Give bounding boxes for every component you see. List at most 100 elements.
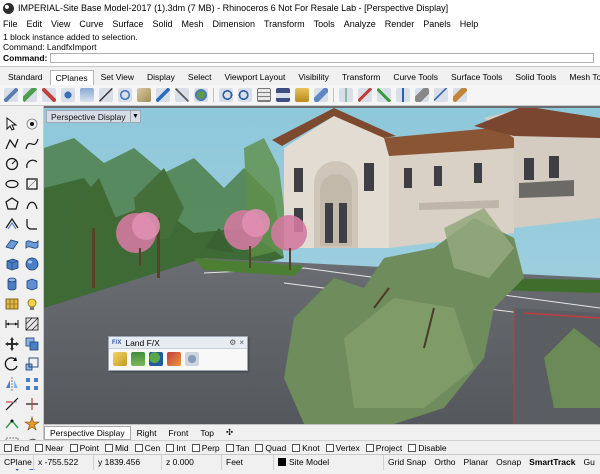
menu-curve[interactable]: Curve [79,19,103,29]
menu-help[interactable]: Help [460,19,479,29]
tab-select[interactable]: Select [182,69,218,85]
osnap-vertex[interactable]: Vertex [325,443,360,453]
text-icon[interactable] [24,196,40,212]
cplane-rotate-icon[interactable] [118,88,132,102]
osnap-end[interactable]: End [4,443,29,453]
checkbox[interactable] [69,443,78,452]
tab-mesh-tools[interactable]: Mesh Too [563,69,600,85]
tab-surface-tools[interactable]: Surface Tools [445,69,508,85]
tab-display[interactable]: Display [141,69,181,85]
light-icon[interactable] [24,296,40,312]
array-icon[interactable] [24,376,40,392]
surface-loft-icon[interactable] [24,236,40,252]
redo-cplane-icon[interactable] [238,88,252,102]
menu-mesh[interactable]: Mesh [181,19,203,29]
rotate-icon[interactable] [4,356,20,372]
tab-right[interactable]: Right [131,426,163,440]
tab-transform[interactable]: Transform [336,69,386,85]
viewport-dropdown-icon[interactable]: ▼ [130,110,141,123]
osnap-cen[interactable]: Cen [134,443,160,453]
split-icon[interactable] [24,396,40,412]
osnap-project[interactable]: Project [365,443,402,453]
tab-cplanes[interactable]: CPlanes [49,70,94,85]
explode-icon[interactable] [24,416,40,432]
tab-solid-tools[interactable]: Solid Tools [509,69,562,85]
extrude-icon[interactable] [24,276,40,292]
current-layer[interactable]: Site Model [274,454,384,470]
cplane-object-icon[interactable] [80,88,94,102]
checkbox[interactable] [365,443,374,452]
cplane-origin-icon[interactable] [339,88,353,102]
fillet-icon[interactable] [24,216,40,232]
osnap-knot[interactable]: Knot [292,443,320,453]
checkbox[interactable] [292,443,301,452]
landfx-import-icon[interactable] [113,352,127,366]
landfx-header[interactable]: F/X Land F/X ⚙ × [109,337,247,349]
menu-solid[interactable]: Solid [152,19,172,29]
checkbox[interactable] [225,443,234,452]
cplane-perp-icon[interactable] [175,88,189,102]
trim-icon[interactable] [4,396,20,412]
named-cplanes-icon[interactable] [314,88,328,102]
osnap-near[interactable]: Near [35,443,64,453]
tab-perspective-display[interactable]: Perspective Display [44,425,131,440]
arc-icon[interactable] [24,156,40,172]
join-icon[interactable] [4,416,20,432]
cplane-indicator[interactable]: CPlane [0,454,34,470]
menu-tools[interactable]: Tools [314,19,335,29]
cplane-y-axis-icon[interactable] [377,88,391,102]
polyline-icon[interactable] [4,136,20,152]
curve-icon[interactable] [24,136,40,152]
menu-analyze[interactable]: Analyze [344,19,376,29]
tab-curve-tools[interactable]: Curve Tools [387,69,444,85]
landfx-hardscape-icon[interactable] [167,352,181,366]
osnap-point[interactable]: Point [69,443,99,453]
checkbox[interactable] [35,443,44,452]
cplane-set-icon[interactable] [453,88,467,102]
add-viewport-tab-icon[interactable]: ✣ [220,425,239,440]
tab-visibility[interactable]: Visibility [292,69,335,85]
cplane-standard-icon[interactable] [434,88,448,102]
save-cplane-icon[interactable] [276,88,290,102]
checkbox[interactable] [104,443,113,452]
ellipse-icon[interactable] [4,176,20,192]
cplane-curve-icon[interactable] [156,88,170,102]
scale-icon[interactable] [24,356,40,372]
menu-file[interactable]: File [3,19,18,29]
cplane-view-icon[interactable] [137,88,151,102]
smarttrack-toggle[interactable]: SmartTrack [525,455,579,470]
grid-icon[interactable] [257,88,271,102]
checkbox[interactable] [255,443,264,452]
command-line[interactable]: Command: [3,53,600,63]
checkbox[interactable] [166,443,175,452]
hatch-icon[interactable] [24,316,40,332]
cplane-right-icon[interactable] [42,88,56,102]
menu-render[interactable]: Render [385,19,415,29]
ortho-toggle[interactable]: Ortho [430,455,459,470]
polygon-icon[interactable] [4,196,20,212]
cplane-align-icon[interactable] [415,88,429,102]
copy-icon[interactable] [24,336,40,352]
checkbox[interactable] [4,443,12,452]
move-icon[interactable] [4,336,20,352]
osnap-quad[interactable]: Quad [255,443,286,453]
tab-standard[interactable]: Standard [2,69,49,85]
cplane-z-axis-icon[interactable] [396,88,410,102]
menu-transform[interactable]: Transform [264,19,305,29]
tab-viewport-layout[interactable]: Viewport Layout [219,69,292,85]
offset-curve-icon[interactable] [4,216,20,232]
checkbox[interactable] [408,443,417,452]
tab-set-view[interactable]: Set View [95,69,140,85]
menu-surface[interactable]: Surface [112,19,143,29]
landfx-tree-icon[interactable] [149,352,163,366]
mirror-icon[interactable] [4,376,20,392]
sphere-icon[interactable] [24,256,40,272]
perspective-viewport[interactable]: Perspective Display ▼ F/X Land F/X ⚙ × [44,106,600,424]
menu-dimension[interactable]: Dimension [212,19,255,29]
menu-edit[interactable]: Edit [27,19,43,29]
cplane-x-axis-icon[interactable] [358,88,372,102]
box-icon[interactable] [4,256,20,272]
cplane-3point-icon[interactable] [99,88,113,102]
checkbox[interactable] [191,443,200,452]
osnap-mid[interactable]: Mid [104,443,129,453]
